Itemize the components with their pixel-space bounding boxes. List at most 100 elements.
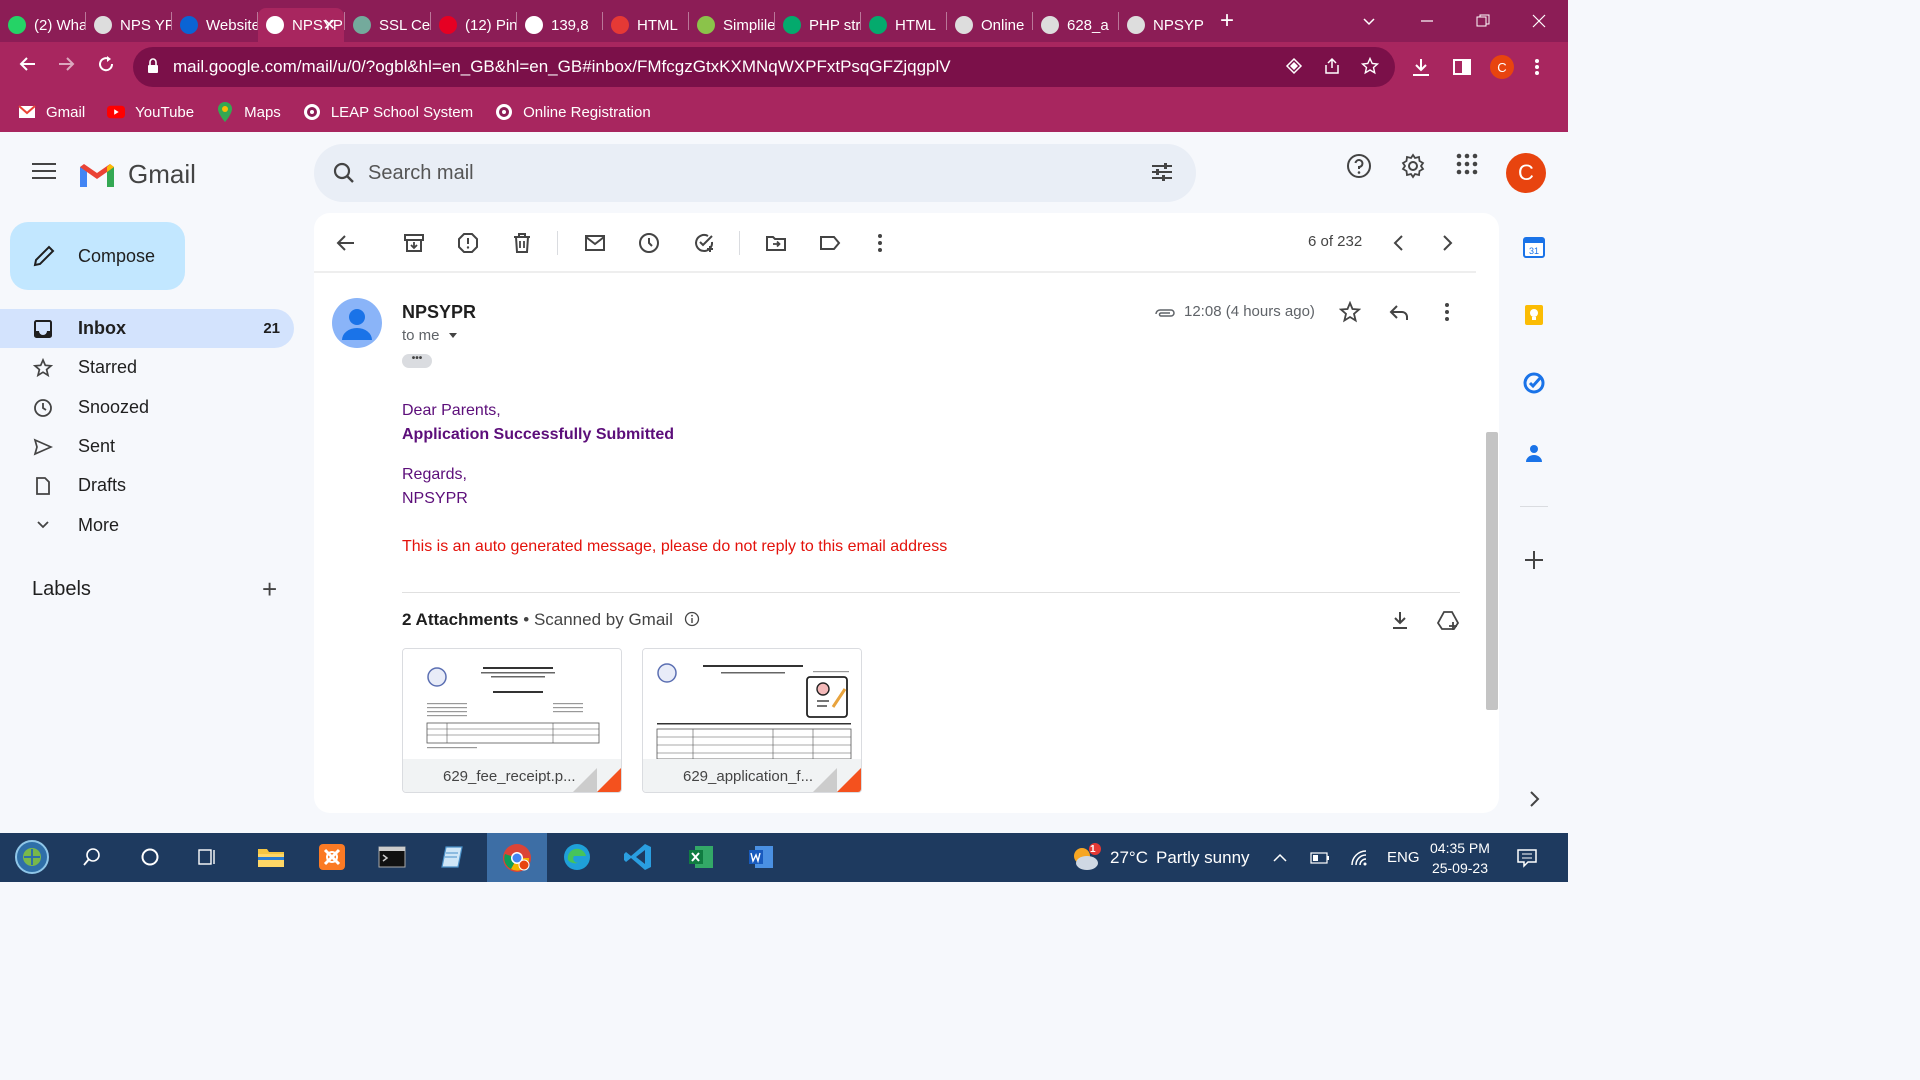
profile-button[interactable]: C	[1490, 42, 1514, 92]
attachment-card-1[interactable]: PDF 629_fee_receipt.p...	[402, 648, 622, 793]
minimize-button[interactable]	[1420, 0, 1434, 42]
move-to-icon[interactable]	[764, 231, 788, 255]
search-bar[interactable]: Search mail	[314, 144, 1196, 202]
browser-tab[interactable]: Online	[947, 8, 1032, 42]
restore-button[interactable]	[1476, 0, 1490, 42]
chevron-right-icon[interactable]	[1522, 787, 1546, 811]
browser-tab[interactable]: NPSYPR	[1119, 8, 1204, 42]
share-icon[interactable]	[1323, 57, 1341, 75]
bookmark-item[interactable]: LEAP School System	[303, 103, 473, 121]
search-options-icon[interactable]	[1150, 160, 1174, 184]
chrome-menu-button[interactable]	[1534, 42, 1540, 92]
reload-button[interactable]	[86, 54, 126, 80]
recipient-details[interactable]: to me	[402, 327, 458, 344]
back-button[interactable]	[8, 54, 48, 80]
clock[interactable]: 04:35 PM 25-09-23	[1430, 833, 1490, 882]
start-button[interactable]	[12, 837, 52, 877]
settings-button[interactable]	[1400, 153, 1426, 179]
nav-item-inbox[interactable]: Inbox 21	[0, 309, 294, 349]
label-icon[interactable]	[818, 231, 842, 255]
browser-tab[interactable]: PHP string	[775, 8, 860, 42]
browser-tab[interactable]: HTML	[603, 8, 688, 42]
browser-tab[interactable]: Websites	[172, 8, 257, 42]
browser-tab[interactable]: HTML	[861, 8, 946, 42]
add-to-drive-icon[interactable]	[1436, 609, 1460, 631]
sender-avatar[interactable]	[332, 298, 382, 348]
browser-tab[interactable]: Simplilearn	[689, 8, 774, 42]
taskbar-search-button[interactable]	[76, 841, 108, 873]
star-icon[interactable]	[1339, 301, 1361, 323]
nav-item-drafts[interactable]: Drafts	[0, 466, 294, 505]
bookmark-item[interactable]: Gmail	[18, 103, 85, 121]
archive-icon[interactable]	[402, 231, 426, 255]
file-explorer-button[interactable]	[255, 841, 287, 873]
calendar-icon[interactable]: 31	[1522, 235, 1546, 259]
xampp-button[interactable]	[316, 841, 348, 873]
chevron-left-icon[interactable]	[1387, 231, 1411, 255]
more-vertical-icon[interactable]	[1436, 301, 1458, 323]
nav-item-more[interactable]: More	[0, 505, 294, 544]
keep-icon[interactable]	[1522, 303, 1546, 327]
arrow-back-icon[interactable]	[334, 231, 358, 255]
contacts-icon[interactable]	[1522, 441, 1546, 465]
bookmark-item[interactable]: Maps	[216, 102, 281, 122]
side-panel-button[interactable]	[1452, 42, 1472, 92]
mark-unread-icon[interactable]	[583, 231, 607, 255]
browser-tab[interactable]: 139,8	[517, 8, 602, 42]
notifications-button[interactable]	[1516, 833, 1538, 882]
address-bar[interactable]: mail.google.com/mail/u/0/?ogbl&hl=en_GB&…	[133, 47, 1395, 87]
compose-button[interactable]: Compose	[10, 222, 185, 290]
info-icon[interactable]	[684, 611, 700, 627]
trash-icon[interactable]	[510, 231, 534, 255]
bookmark-item[interactable]: Online Registration	[495, 103, 651, 121]
create-label-button[interactable]: +	[262, 574, 277, 605]
add-task-icon[interactable]	[692, 231, 716, 255]
word-button[interactable]	[745, 841, 777, 873]
help-button[interactable]	[1346, 153, 1372, 179]
vscode-button[interactable]	[622, 841, 654, 873]
message-scrollbar[interactable]	[1486, 432, 1498, 710]
downloads-button[interactable]	[1410, 42, 1432, 92]
apps-button[interactable]	[1456, 153, 1478, 175]
browser-tab[interactable]: (12) Pinterest	[431, 8, 516, 42]
tab-search-button[interactable]	[1362, 0, 1376, 42]
bookmark-item[interactable]: YouTube	[107, 103, 194, 121]
add-addon-icon[interactable]	[1522, 548, 1546, 572]
close-tab-icon[interactable]: ✕	[323, 15, 336, 35]
chevron-right-icon[interactable]	[1435, 231, 1459, 255]
browser-tab[interactable]: 628_a	[1033, 8, 1118, 42]
show-hidden-icons-button[interactable]	[1272, 833, 1288, 882]
account-button[interactable]: C	[1506, 153, 1546, 193]
browser-tab[interactable]: SSL Certificate	[345, 8, 430, 42]
nav-item-sent[interactable]: Sent	[0, 427, 294, 466]
new-tab-button[interactable]: +	[1220, 7, 1234, 35]
show-trimmed-content-button[interactable]: •••	[402, 354, 432, 368]
excel-button[interactable]	[685, 841, 717, 873]
gmail-logo[interactable]: Gmail	[78, 159, 196, 190]
notepad-button[interactable]	[438, 841, 470, 873]
browser-tab[interactable]: (2) WhatsApp	[0, 8, 85, 42]
cortana-button[interactable]	[134, 841, 166, 873]
edge-button[interactable]	[561, 841, 593, 873]
bookmark-star-icon[interactable]	[1361, 57, 1379, 75]
main-menu-button[interactable]	[32, 163, 56, 184]
language-indicator[interactable]: ENG	[1387, 833, 1420, 882]
forward-button[interactable]	[46, 54, 86, 80]
install-app-icon[interactable]	[1285, 57, 1303, 75]
browser-tab[interactable]: NPSYPR✕	[258, 8, 344, 42]
terminal-button[interactable]	[376, 841, 408, 873]
battery-button[interactable]	[1310, 833, 1330, 882]
download-all-icon[interactable]	[1389, 609, 1411, 631]
more-vertical-icon[interactable]	[868, 231, 892, 255]
browser-tab[interactable]: NPS YPR	[86, 8, 171, 42]
task-view-button[interactable]	[191, 841, 223, 873]
report-spam-icon[interactable]	[456, 231, 480, 255]
nav-item-snoozed[interactable]: Snoozed	[0, 388, 294, 427]
snooze-icon[interactable]	[637, 231, 661, 255]
wifi-button[interactable]	[1350, 833, 1370, 882]
search-input[interactable]: Search mail	[368, 162, 474, 185]
search-icon[interactable]	[332, 161, 356, 185]
chrome-taskbar-button[interactable]	[487, 833, 547, 882]
sender-name[interactable]: NPSYPR	[402, 302, 476, 323]
weather-widget[interactable]: 1 27°C Partly sunny	[1068, 833, 1250, 882]
